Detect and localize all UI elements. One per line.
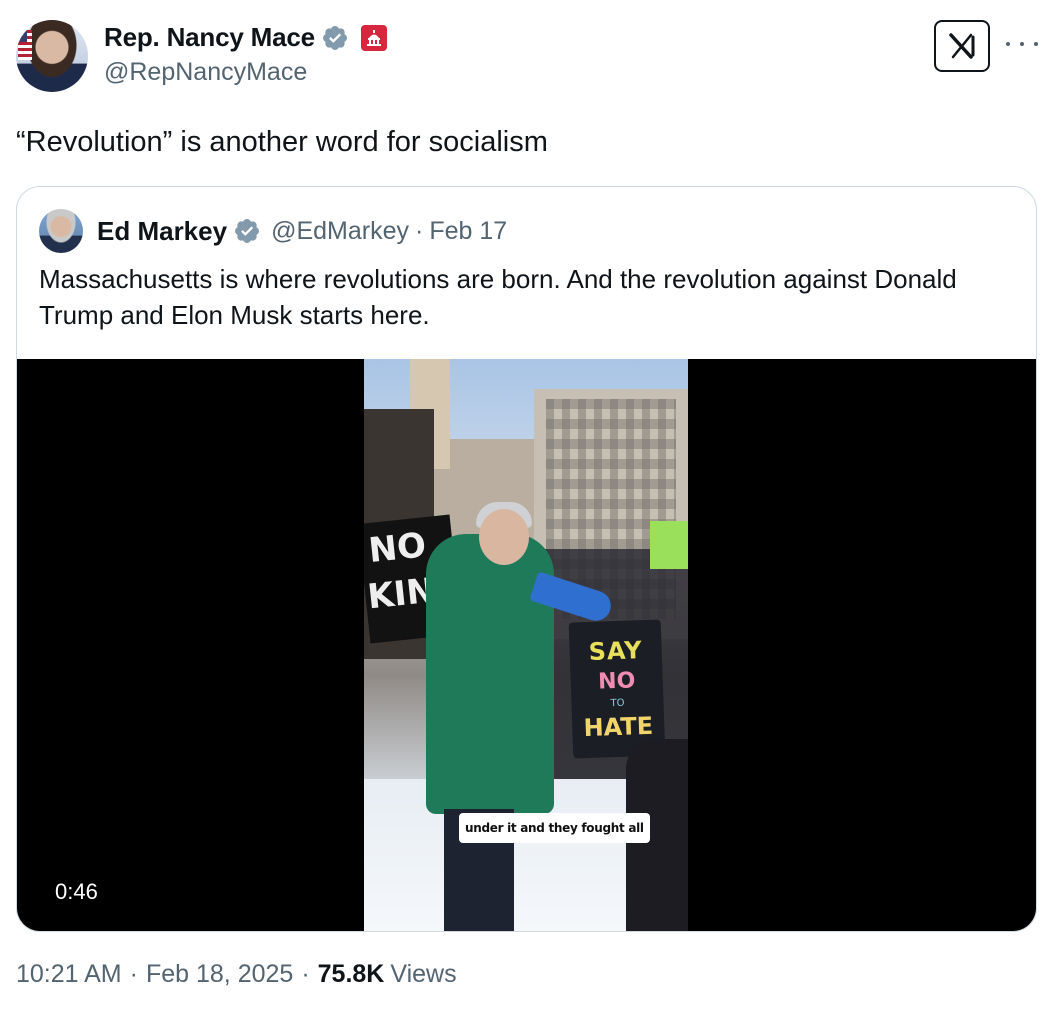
- footer-separator: ·: [301, 960, 310, 988]
- author-handle[interactable]: @RepNancyMace: [104, 58, 307, 87]
- green-sign: [650, 521, 688, 569]
- verified-badge-icon[interactable]: [233, 217, 261, 245]
- tweet-header: Rep. Nancy Mace @RepNancyMace: [16, 18, 1040, 94]
- more-dot: [1034, 42, 1038, 46]
- video-caption: under it and they fought all: [459, 813, 650, 843]
- quoted-author-display-name[interactable]: Ed Markey: [97, 216, 227, 247]
- quoted-text: Massachusetts is where revolutions are b…: [39, 264, 957, 330]
- banner-text-1: NO: [366, 525, 428, 572]
- quoted-separator: ·: [415, 216, 424, 245]
- sign-line-1: SAY: [588, 636, 644, 666]
- grok-icon[interactable]: [934, 20, 990, 72]
- quoted-author-avatar[interactable]: [39, 209, 83, 253]
- tweet-time[interactable]: 10:21 AM: [16, 960, 122, 989]
- grok-glyph-icon: [949, 33, 975, 59]
- quoted-header: Ed Markey @EdMarkey · Feb 17: [39, 209, 507, 253]
- quoted-date[interactable]: Feb 17: [429, 217, 507, 246]
- verified-badge-icon[interactable]: [321, 24, 349, 52]
- tweet-date[interactable]: Feb 18, 2025: [146, 960, 293, 989]
- author-display-name[interactable]: Rep. Nancy Mace: [104, 22, 315, 53]
- footer-separator: ·: [129, 960, 138, 988]
- flag-icon: [18, 30, 32, 60]
- author-name-row: Rep. Nancy Mace: [104, 22, 387, 53]
- video-player[interactable]: NO KING SAY NO TO HATE under it and they…: [17, 359, 1036, 931]
- views-count[interactable]: 75.8K: [318, 960, 385, 989]
- video-duration: 0:46: [55, 879, 98, 904]
- more-dot: [1006, 42, 1010, 46]
- capitol-icon: [366, 29, 381, 46]
- government-badge-icon[interactable]: [360, 24, 387, 51]
- sign-line-4: HATE: [583, 711, 654, 743]
- say-no-to-hate-sign: SAY NO TO HATE: [568, 619, 666, 759]
- tweet-text: “Revolution” is another word for sociali…: [16, 126, 548, 158]
- sign-line-2: NO: [597, 668, 636, 695]
- author-avatar[interactable]: [16, 20, 88, 92]
- speaker-head: [479, 509, 529, 565]
- video-frame: NO KING SAY NO TO HATE under it and they…: [364, 359, 688, 931]
- sign-line-3: TO: [610, 697, 625, 710]
- speaker-jacket: [426, 534, 554, 814]
- tweet-footer: 10:21 AM · Feb 18, 2025 · 75.8K Views: [16, 960, 457, 989]
- more-dot: [1020, 42, 1024, 46]
- views-label: Views: [390, 960, 457, 988]
- more-options-icon[interactable]: [1006, 32, 1038, 56]
- quoted-tweet[interactable]: Ed Markey @EdMarkey · Feb 17 Massachuset…: [16, 186, 1037, 932]
- quoted-author-handle[interactable]: @EdMarkey: [271, 217, 409, 246]
